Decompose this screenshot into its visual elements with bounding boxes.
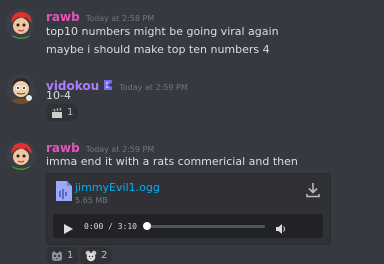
audio-player: 0:00 / 3:10: [53, 214, 323, 238]
username[interactable]: rawb: [46, 10, 80, 24]
file-size: 5.65 MB: [75, 196, 108, 205]
message-text: 10-4: [46, 89, 71, 102]
server-booster-badge-icon[interactable]: [103, 76, 113, 90]
volume-icon[interactable]: [275, 220, 287, 234]
timestamp: Today at 2:59 PM: [119, 83, 188, 92]
play-icon[interactable]: [62, 220, 74, 234]
cat-face-emoji-icon: [51, 250, 63, 262]
avatar[interactable]: [6, 74, 36, 104]
download-icon[interactable]: [306, 182, 320, 198]
mouse-face-emoji-icon: [85, 250, 97, 262]
audio-file-icon: [55, 180, 73, 202]
reaction-count: 2: [101, 250, 108, 261]
message-text: imma end it with a rats commericial and …: [46, 155, 298, 168]
message-text: maybe i should make top ten numbers 4: [46, 43, 270, 56]
reaction-count: 1: [67, 107, 74, 118]
file-name-link[interactable]: jimmyEvil1.ogg: [75, 181, 160, 194]
reaction-count: 1: [67, 250, 74, 261]
reaction-button[interactable]: 1: [46, 104, 79, 121]
reaction-button[interactable]: 2: [80, 247, 113, 264]
avatar[interactable]: [6, 9, 36, 39]
timestamp: Today at 2:58 PM: [85, 14, 155, 23]
playback-time: 0:00 / 3:10: [84, 221, 137, 231]
seek-bar-handle[interactable]: [142, 221, 151, 230]
chat-messages: rawb Today at 2:58 PM top10 numbers migh…: [0, 0, 384, 264]
clapper-emoji-icon: [51, 107, 63, 119]
seek-bar[interactable]: [142, 221, 265, 230]
reaction-button[interactable]: 1: [46, 247, 79, 264]
avatar[interactable]: [6, 140, 36, 170]
timestamp: Today at 2:59 PM: [85, 145, 155, 154]
message-text: top10 numbers might be going viral again: [46, 25, 279, 38]
audio-attachment: jimmyEvil1.ogg 5.65 MB 0:00 / 3:10: [46, 173, 331, 245]
username[interactable]: rawb: [46, 141, 80, 155]
